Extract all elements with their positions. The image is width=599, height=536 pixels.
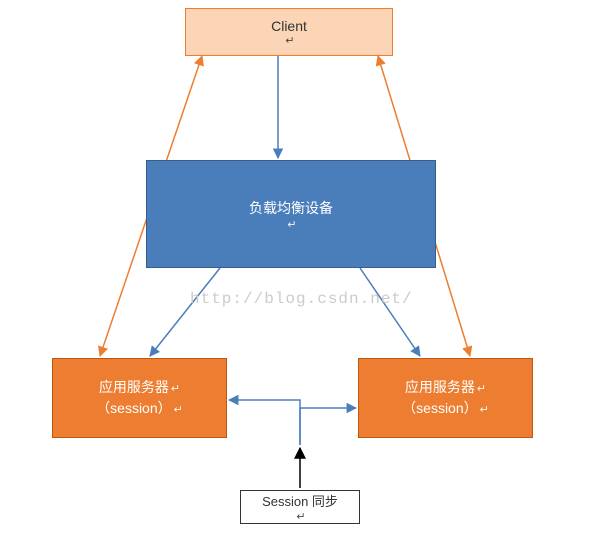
connector-arrows bbox=[0, 0, 599, 536]
return-mark: ↵ bbox=[285, 34, 294, 47]
watermark-text: http://blog.csdn.net/ bbox=[190, 290, 413, 308]
return-mark: ↵ bbox=[480, 404, 489, 416]
app-server-left-node: 应用服务器↵ （session）↵ bbox=[52, 358, 227, 438]
session-sync-label: Session 同步 bbox=[262, 491, 338, 510]
arrow-sync-to-appright bbox=[300, 408, 356, 445]
app-right-line2: （session） bbox=[402, 400, 477, 416]
return-mark: ↵ bbox=[287, 218, 296, 231]
app-left-line2: （session） bbox=[96, 400, 171, 416]
return-mark: ↵ bbox=[296, 510, 305, 523]
client-node: Client↵ bbox=[185, 8, 393, 56]
load-balancer-node: 负载均衡设备↵ bbox=[146, 160, 436, 268]
return-mark: ↵ bbox=[171, 383, 180, 395]
lb-label: 负载均衡设备 bbox=[249, 198, 333, 218]
app-right-line1: 应用服务器 bbox=[405, 379, 475, 395]
arrow-lb-to-appleft bbox=[150, 268, 220, 356]
session-sync-node: Session 同步↵ bbox=[240, 490, 360, 524]
app-server-right-node: 应用服务器↵ （session）↵ bbox=[358, 358, 533, 438]
arrow-lb-to-appright bbox=[360, 268, 420, 356]
client-label: Client bbox=[271, 18, 307, 34]
app-left-line1: 应用服务器 bbox=[99, 379, 169, 395]
arrow-appleft-to-sync bbox=[229, 400, 300, 445]
return-mark: ↵ bbox=[477, 383, 486, 395]
return-mark: ↵ bbox=[174, 404, 183, 416]
